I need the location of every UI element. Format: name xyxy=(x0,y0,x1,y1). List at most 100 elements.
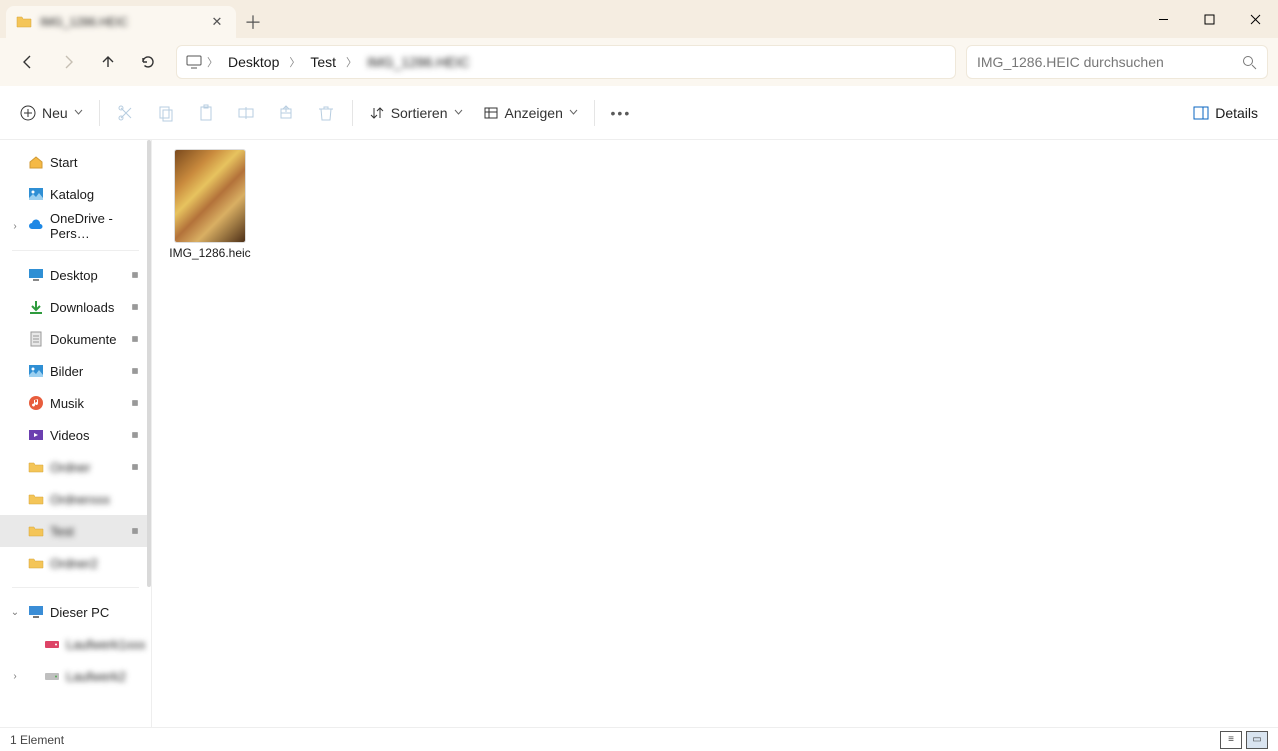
details-pane-toggle[interactable]: Details xyxy=(1193,105,1268,121)
sidebar-item-downloads[interactable]: Downloads xyxy=(0,291,151,323)
breadcrumb-item[interactable]: IMG_1286.HEIC xyxy=(361,50,476,74)
sort-label: Sortieren xyxy=(391,105,448,121)
sidebar-item-label: Ordnerxxx xyxy=(50,492,110,507)
home-icon xyxy=(28,154,44,170)
sidebar-item-label: Laufwerk1xxx xyxy=(66,637,145,652)
desktop-icon xyxy=(28,267,44,283)
minimize-button[interactable] xyxy=(1140,0,1186,38)
ellipsis-icon: ••• xyxy=(611,105,632,121)
sidebar-item-label: Ordner xyxy=(50,460,90,475)
drive-icon xyxy=(44,668,60,684)
expand-icon[interactable] xyxy=(8,268,22,282)
sidebar-item-label: Ordner2 xyxy=(50,556,98,571)
chevron-right-icon: 〉 xyxy=(207,54,218,70)
breadcrumb-item[interactable]: Desktop xyxy=(222,50,285,74)
close-window-button[interactable] xyxy=(1232,0,1278,38)
view-list-button[interactable]: ≡ xyxy=(1220,731,1242,749)
file-item[interactable]: IMG_1286.heic xyxy=(166,150,254,260)
sidebar-item-dokumente[interactable]: Dokumente xyxy=(0,323,151,355)
sidebar-item-musik[interactable]: Musik xyxy=(0,387,151,419)
folder-icon xyxy=(28,523,44,539)
rename-button[interactable] xyxy=(226,95,266,131)
sidebar-item-ordner2[interactable]: Ordner2 xyxy=(0,547,151,579)
share-button[interactable] xyxy=(266,95,306,131)
view-button[interactable]: Anzeigen xyxy=(473,95,588,131)
sidebar-item-label: OneDrive - Pers… xyxy=(50,211,151,241)
paste-icon xyxy=(197,104,215,122)
file-pane[interactable]: IMG_1286.heic xyxy=(152,140,1278,727)
status-bar: 1 Element ≡ ▭ xyxy=(0,727,1278,751)
refresh-button[interactable] xyxy=(130,44,166,80)
sidebar-item-label: Videos xyxy=(50,428,90,443)
sidebar-item-ordner[interactable]: Ordner xyxy=(0,451,151,483)
close-tab-icon[interactable]: ✕ xyxy=(208,13,226,31)
tab[interactable]: IMG_1286.HEIC ✕ xyxy=(6,6,236,38)
cut-button[interactable] xyxy=(106,95,146,131)
sidebar-item-label: Musik xyxy=(50,396,84,411)
sidebar-item-laufwerk1xxx[interactable]: Laufwerk1xxx xyxy=(0,628,151,660)
status-count: 1 Element xyxy=(10,733,64,747)
sidebar-item-bilder[interactable]: Bilder xyxy=(0,355,151,387)
gallery-icon xyxy=(28,363,44,379)
forward-button[interactable] xyxy=(50,44,86,80)
expand-icon[interactable] xyxy=(8,300,22,314)
view-thumbnails-button[interactable]: ▭ xyxy=(1246,731,1268,749)
monitor-icon xyxy=(185,53,203,71)
chevron-down-icon xyxy=(74,108,83,117)
expand-icon[interactable] xyxy=(8,155,22,169)
sort-button[interactable]: Sortieren xyxy=(359,95,473,131)
new-button[interactable]: Neu xyxy=(10,95,93,131)
paste-button[interactable] xyxy=(186,95,226,131)
expand-icon[interactable] xyxy=(8,492,22,506)
sidebar-item-desktop[interactable]: Desktop xyxy=(0,259,151,291)
chevron-down-icon xyxy=(569,108,578,117)
folder-icon xyxy=(28,491,44,507)
sidebar-item-dieser-pc[interactable]: ⌄Dieser PC xyxy=(0,596,151,628)
copy-button[interactable] xyxy=(146,95,186,131)
separator xyxy=(99,100,100,126)
expand-icon[interactable]: › xyxy=(8,219,22,233)
expand-icon[interactable] xyxy=(8,524,22,538)
address-bar-row: 〉 Desktop 〉 Test 〉 IMG_1286.HEIC IMG_128… xyxy=(0,38,1278,86)
copy-icon xyxy=(157,104,175,122)
expand-icon[interactable] xyxy=(8,332,22,346)
breadcrumb[interactable]: 〉 Desktop 〉 Test 〉 IMG_1286.HEIC xyxy=(176,45,956,79)
expand-icon[interactable] xyxy=(8,428,22,442)
gallery-icon xyxy=(28,186,44,202)
doc-icon xyxy=(28,331,44,347)
expand-icon[interactable] xyxy=(8,460,22,474)
expand-icon[interactable] xyxy=(8,637,22,651)
delete-button[interactable] xyxy=(306,95,346,131)
expand-icon[interactable] xyxy=(8,396,22,410)
expand-icon[interactable]: › xyxy=(8,669,22,683)
search-input[interactable]: IMG_1286.HEIC durchsuchen xyxy=(966,45,1268,79)
sidebar-item-onedrive-pers-[interactable]: › OneDrive - Pers… xyxy=(0,210,151,242)
sidebar-item-laufwerk2[interactable]: › Laufwerk2 xyxy=(0,660,151,692)
expand-icon[interactable] xyxy=(8,556,22,570)
expand-icon[interactable]: ⌄ xyxy=(8,605,22,619)
sidebar-item-test[interactable]: Test xyxy=(0,515,151,547)
sidebar-item-label: Laufwerk2 xyxy=(66,669,126,684)
sidebar-item-label: Dokumente xyxy=(50,332,116,347)
new-tab-button[interactable]: ＋ xyxy=(236,6,270,38)
view-label: Anzeigen xyxy=(505,105,563,121)
more-button[interactable]: ••• xyxy=(601,95,641,131)
sidebar-item-videos[interactable]: Videos xyxy=(0,419,151,451)
search-placeholder: IMG_1286.HEIC durchsuchen xyxy=(977,54,1242,70)
breadcrumb-item[interactable]: Test xyxy=(304,50,342,74)
sidebar-item-katalog[interactable]: Katalog xyxy=(0,178,151,210)
music-icon xyxy=(28,395,44,411)
maximize-button[interactable] xyxy=(1186,0,1232,38)
separator xyxy=(12,250,139,251)
sidebar-item-label: Downloads xyxy=(50,300,114,315)
up-button[interactable] xyxy=(90,44,126,80)
rename-icon xyxy=(237,104,255,122)
sidebar-item-ordnerxxx[interactable]: Ordnerxxx xyxy=(0,483,151,515)
expand-icon[interactable] xyxy=(8,364,22,378)
sidebar-item-start[interactable]: Start xyxy=(0,146,151,178)
file-name: IMG_1286.heic xyxy=(169,246,250,260)
sidebar[interactable]: StartKatalog › OneDrive - Pers… Desktop Down… xyxy=(0,140,152,727)
details-icon xyxy=(1193,105,1209,121)
back-button[interactable] xyxy=(10,44,46,80)
expand-icon[interactable] xyxy=(8,187,22,201)
